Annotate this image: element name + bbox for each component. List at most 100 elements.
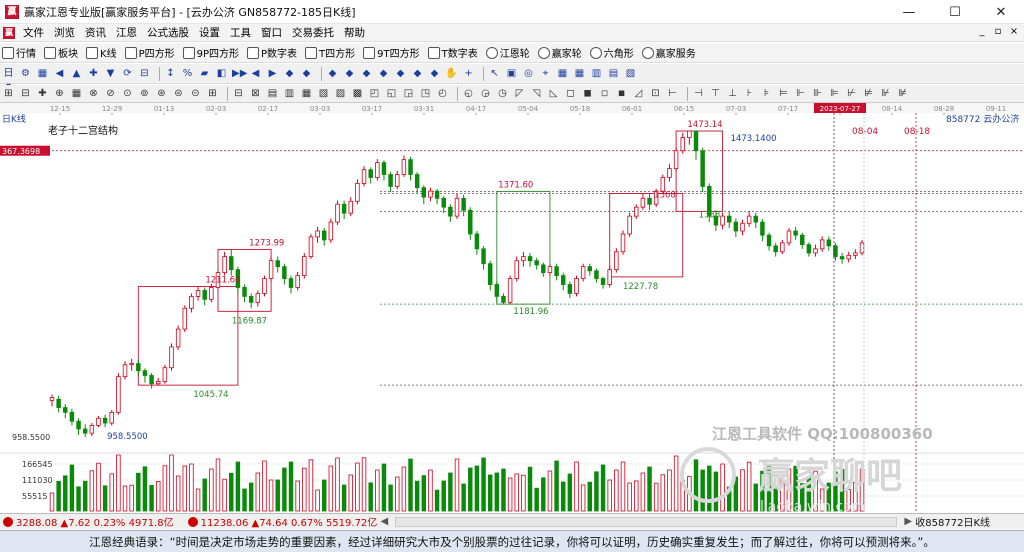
toolbar2-tool-icon-33[interactable]: ▥ bbox=[590, 67, 603, 80]
toolbar2-tool-icon-0[interactable]: 日▾ bbox=[2, 67, 15, 92]
toolbar2-tool-icon-29[interactable]: ◎ bbox=[522, 67, 535, 80]
toolbar2-tool-icon-7[interactable]: ⟳ bbox=[121, 67, 134, 80]
minimize-button[interactable]: — bbox=[886, 0, 932, 24]
toolbar2-tool-icon-4[interactable]: ▲ bbox=[70, 67, 83, 80]
toolbar3-tool-icon-47[interactable]: ⊫ bbox=[828, 87, 841, 100]
toolbar3-tool-icon-22[interactable]: ◱ bbox=[385, 87, 398, 100]
toolbar-button-2[interactable]: K线 bbox=[86, 45, 117, 60]
toolbar-button-0[interactable]: 行情 bbox=[2, 45, 36, 60]
toolbar3-tool-icon-50[interactable]: ⊮ bbox=[879, 87, 892, 100]
toolbar2-tool-icon-15[interactable]: ▶ bbox=[266, 67, 279, 80]
toolbar3-tool-icon-17[interactable]: ▦ bbox=[300, 87, 313, 100]
toolbar3-tool-icon-19[interactable]: ▨ bbox=[334, 87, 347, 100]
toolbar3-tool-icon-24[interactable]: ◳ bbox=[419, 87, 432, 100]
toolbar3-tool-icon-5[interactable]: ⊗ bbox=[87, 87, 100, 100]
toolbar2-tool-icon-32[interactable]: ▦ bbox=[573, 67, 586, 80]
toolbar3-tool-icon-44[interactable]: ⊨ bbox=[777, 87, 790, 100]
toolbar3-tool-icon-37[interactable]: ⊡ bbox=[649, 87, 662, 100]
toolbar2-tool-icon-13[interactable]: ▶▶ bbox=[232, 67, 247, 80]
toolbar2-tool-icon-21[interactable]: ◆ bbox=[377, 67, 390, 80]
toolbar-button-8[interactable]: T数字表 bbox=[427, 45, 478, 60]
toolbar2-tool-icon-28[interactable]: ▣ bbox=[505, 67, 518, 80]
menu-item-7[interactable]: 窗口 bbox=[256, 25, 287, 40]
toolbar3-tool-icon-32[interactable]: ◻ bbox=[564, 87, 577, 100]
toolbar3-tool-icon-49[interactable]: ⊭ bbox=[862, 87, 875, 100]
toolbar3-tool-icon-28[interactable]: ◷ bbox=[496, 87, 509, 100]
toolbar3-tool-icon-39[interactable]: ⊣ bbox=[692, 87, 705, 100]
toolbar2-tool-icon-6[interactable]: ▼ bbox=[104, 67, 117, 80]
toolbar3-tool-icon-35[interactable]: ◾ bbox=[615, 87, 628, 100]
toolbar2-tool-icon-19[interactable]: ◆ bbox=[343, 67, 356, 80]
toolbar3-tool-icon-6[interactable]: ⊘ bbox=[104, 87, 117, 100]
toolbar2-tool-icon-20[interactable]: ◆ bbox=[360, 67, 373, 80]
menu-item-2[interactable]: 资讯 bbox=[80, 25, 111, 40]
kline-chart[interactable]: 12-15 12-29 01-13 02-03 02-17 03-03 03-17 03-31… bbox=[0, 103, 1024, 513]
toolbar-button-1[interactable]: 板块 bbox=[44, 45, 78, 60]
toolbar-button-11[interactable]: 六角形 bbox=[589, 45, 634, 60]
toolbar2-tool-icon-22[interactable]: ◆ bbox=[394, 67, 407, 80]
toolbar3-tool-icon-3[interactable]: ⊕ bbox=[53, 87, 66, 100]
toolbar3-tool-icon-51[interactable]: ⊯ bbox=[896, 87, 909, 100]
toolbar3-tool-icon-33[interactable]: ◼ bbox=[581, 87, 594, 100]
toolbar3-tool-icon-29[interactable]: ◸ bbox=[513, 87, 526, 100]
toolbar3-tool-icon-31[interactable]: ◺ bbox=[547, 87, 560, 100]
menu-item-8[interactable]: 交易委托 bbox=[287, 25, 339, 40]
mdi-minimize-button[interactable]: _ bbox=[976, 26, 988, 38]
menu-item-6[interactable]: 工具 bbox=[225, 25, 256, 40]
toolbar2-tool-icon-5[interactable]: ✚ bbox=[87, 67, 100, 80]
scroll-right-arrow-icon[interactable]: ▶ bbox=[901, 516, 915, 527]
toolbar2-tool-icon-35[interactable]: ▧ bbox=[624, 67, 637, 80]
toolbar3-tool-icon-40[interactable]: ⊤ bbox=[709, 87, 722, 100]
toolbar2-tool-icon-8[interactable]: ⊟ bbox=[138, 67, 151, 80]
toolbar3-tool-icon-23[interactable]: ◲ bbox=[402, 87, 415, 100]
toolbar3-tool-icon-34[interactable]: ◽ bbox=[598, 87, 611, 100]
toolbar3-tool-icon-4[interactable]: ▦ bbox=[70, 87, 83, 100]
toolbar2-tool-icon-18[interactable]: ◆ bbox=[326, 67, 339, 80]
toolbar-button-6[interactable]: T四方形 bbox=[305, 45, 355, 60]
toolbar3-tool-icon-20[interactable]: ▩ bbox=[351, 87, 364, 100]
toolbar2-tool-icon-17[interactable]: ◆ bbox=[300, 67, 313, 80]
toolbar3-tool-icon-18[interactable]: ▧ bbox=[317, 87, 330, 100]
scroll-left-arrow-icon[interactable]: ◀ bbox=[377, 516, 391, 527]
menu-item-3[interactable]: 江恩 bbox=[111, 25, 142, 40]
toolbar2-tool-icon-12[interactable]: ◧ bbox=[215, 67, 228, 80]
toolbar3-tool-icon-48[interactable]: ⊬ bbox=[845, 87, 858, 100]
menu-item-1[interactable]: 浏览 bbox=[49, 25, 80, 40]
menu-item-5[interactable]: 设置 bbox=[194, 25, 225, 40]
toolbar3-tool-icon-36[interactable]: ◿ bbox=[632, 87, 645, 100]
maximize-button[interactable]: ☐ bbox=[932, 0, 978, 24]
toolbar3-tool-icon-21[interactable]: ◰ bbox=[368, 87, 381, 100]
toolbar3-tool-icon-41[interactable]: ⊥ bbox=[726, 87, 739, 100]
toolbar3-tool-icon-15[interactable]: ▤ bbox=[266, 87, 279, 100]
toolbar3-tool-icon-30[interactable]: ◹ bbox=[530, 87, 543, 100]
toolbar2-tool-icon-23[interactable]: ◆ bbox=[411, 67, 424, 80]
toolbar3-tool-icon-13[interactable]: ⊟ bbox=[232, 87, 245, 100]
toolbar3-tool-icon-12[interactable]: ⊞ bbox=[206, 87, 219, 100]
toolbar3-tool-icon-10[interactable]: ⊜ bbox=[172, 87, 185, 100]
menu-item-0[interactable]: 文件 bbox=[18, 25, 49, 40]
toolbar2-tool-icon-2[interactable]: ▦ bbox=[36, 67, 49, 80]
toolbar-button-7[interactable]: 9T四方形 bbox=[363, 45, 420, 60]
menu-item-4[interactable]: 公式选股 bbox=[142, 25, 194, 40]
toolbar3-tool-icon-0[interactable]: ⊞ bbox=[2, 87, 15, 100]
toolbar-button-4[interactable]: 9P四方形 bbox=[182, 45, 239, 60]
toolbar3-tool-icon-46[interactable]: ⊪ bbox=[811, 87, 824, 100]
close-button[interactable]: ✕ bbox=[978, 0, 1024, 24]
toolbar2-tool-icon-14[interactable]: ◀ bbox=[249, 67, 262, 80]
toolbar2-tool-icon-27[interactable]: ↖ bbox=[488, 67, 501, 80]
mdi-close-button[interactable]: × bbox=[1008, 26, 1020, 38]
status-scrollbar[interactable] bbox=[395, 516, 898, 527]
toolbar-button-10[interactable]: 赢家轮 bbox=[537, 45, 582, 60]
toolbar2-tool-icon-30[interactable]: ⌖ bbox=[539, 67, 552, 80]
toolbar3-tool-icon-16[interactable]: ▥ bbox=[283, 87, 296, 100]
toolbar2-tool-icon-34[interactable]: ▤ bbox=[607, 67, 620, 80]
toolbar2-tool-icon-26[interactable]: + bbox=[462, 67, 475, 80]
toolbar2-tool-icon-1[interactable]: ⚙ bbox=[19, 67, 32, 80]
toolbar3-tool-icon-8[interactable]: ⊚ bbox=[138, 87, 151, 100]
toolbar2-tool-icon-10[interactable]: % bbox=[181, 67, 194, 80]
toolbar3-tool-icon-25[interactable]: ◴ bbox=[436, 87, 449, 100]
toolbar3-tool-icon-27[interactable]: ◶ bbox=[479, 87, 492, 100]
toolbar2-tool-icon-3[interactable]: ◀ bbox=[53, 67, 66, 80]
mdi-restore-button[interactable]: ▫ bbox=[992, 26, 1004, 38]
toolbar2-tool-icon-9[interactable]: ↕ bbox=[164, 67, 177, 80]
